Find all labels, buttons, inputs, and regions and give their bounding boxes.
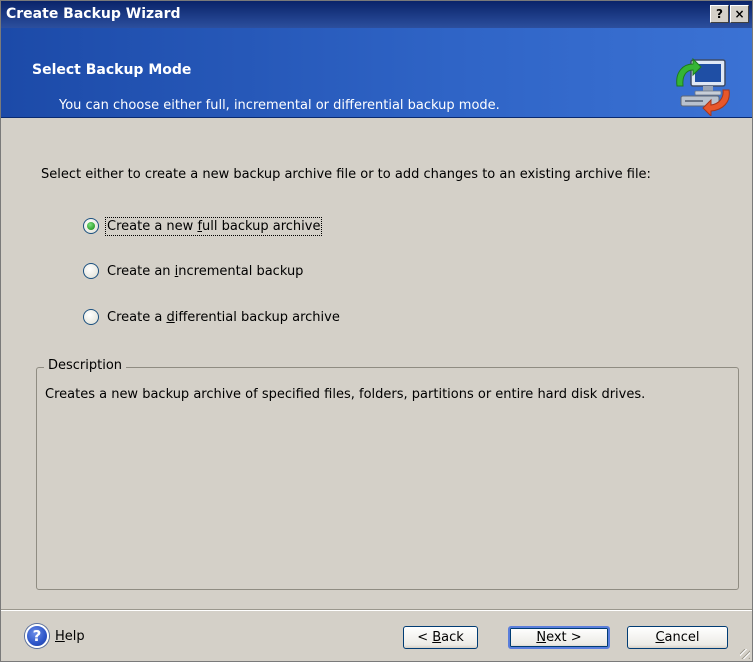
cancel-button[interactable]: Cancel	[627, 626, 728, 649]
description-text: Creates a new backup archive of specifie…	[45, 387, 646, 402]
backup-computer-icon	[676, 57, 730, 116]
page-title: Select Backup Mode	[32, 62, 192, 78]
description-legend: Description	[44, 358, 127, 373]
back-button[interactable]: < Back	[403, 626, 478, 649]
resize-grip[interactable]	[740, 649, 750, 659]
instruction-text: Select either to create a new backup arc…	[41, 167, 651, 182]
option-differential-backup-label[interactable]: Create a differential backup archive	[107, 310, 340, 325]
option-differential-backup[interactable]: Create a differential backup archive	[83, 307, 340, 327]
radio-differential-backup[interactable]	[83, 309, 99, 325]
wizard-window: Create Backup Wizard ? × Select Backup M…	[0, 0, 753, 662]
help-link[interactable]: ? Help	[25, 624, 85, 648]
next-button[interactable]: Next >	[508, 626, 610, 649]
window-title: Create Backup Wizard	[6, 6, 181, 22]
option-incremental-backup[interactable]: Create an incremental backup	[83, 261, 303, 281]
option-incremental-backup-label[interactable]: Create an incremental backup	[107, 264, 303, 279]
help-label[interactable]: Help	[55, 629, 85, 644]
radio-full-backup[interactable]	[83, 218, 99, 234]
help-icon[interactable]: ?	[25, 624, 49, 648]
title-bar[interactable]: Create Backup Wizard ? ×	[1, 1, 752, 28]
description-group: Description Creates a new backup archive…	[36, 358, 739, 590]
footer-divider	[1, 609, 752, 611]
option-full-backup-label[interactable]: Create a new full backup archive	[104, 216, 323, 236]
close-button[interactable]: ×	[730, 5, 749, 23]
option-full-backup[interactable]: Create a new full backup archive	[83, 216, 323, 236]
wizard-header: Select Backup Mode You can choose either…	[1, 28, 752, 118]
help-title-button[interactable]: ?	[710, 5, 729, 23]
page-subtitle: You can choose either full, incremental …	[59, 98, 500, 113]
radio-incremental-backup[interactable]	[83, 263, 99, 279]
